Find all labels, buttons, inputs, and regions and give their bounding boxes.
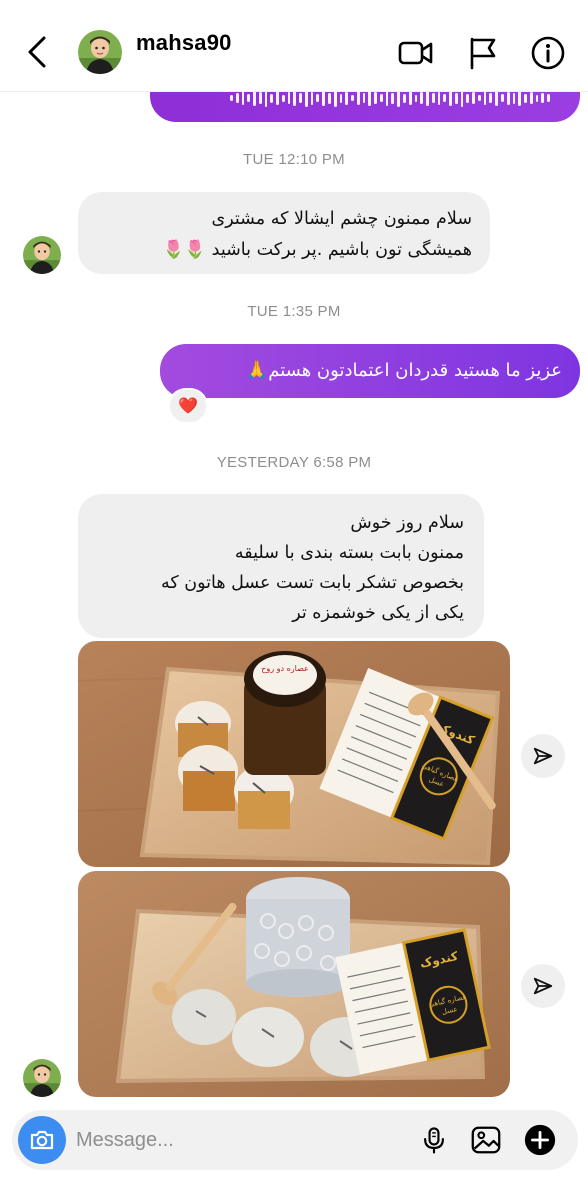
waveform-bar <box>362 93 366 103</box>
waveform-bar <box>460 89 464 107</box>
waveform-bar <box>437 91 441 105</box>
share-button[interactable] <box>521 964 565 1008</box>
send-icon <box>533 977 553 995</box>
timestamp: TUE 12:10 PM <box>243 151 345 168</box>
waveform-bar <box>299 93 302 103</box>
waveform-bar <box>241 91 245 105</box>
camera-button[interactable] <box>18 1116 66 1164</box>
waveform-bar <box>454 92 458 104</box>
direct-message-thread: mahsa90 TUE 12:10 PM سلام ممنون چشم ایشا… <box>0 0 588 1196</box>
send-icon <box>533 747 553 765</box>
avatar[interactable] <box>23 236 61 274</box>
waveform-bar <box>322 90 326 106</box>
waveform-bar <box>379 94 383 102</box>
reaction-badge[interactable]: ❤️ <box>168 388 208 424</box>
waveform-bar <box>541 93 545 103</box>
waveform-bar <box>287 92 291 104</box>
waveform-bar <box>247 94 251 102</box>
waveform-bar <box>495 90 498 106</box>
timestamp: TUE 1:35 PM <box>247 303 341 320</box>
waveform-bar <box>345 91 349 105</box>
gallery-icon[interactable] <box>468 1122 504 1158</box>
waveform-bar <box>489 93 493 103</box>
waveform-bar <box>258 92 262 104</box>
username[interactable]: mahsa90 <box>136 30 232 56</box>
waveform-bar <box>339 93 343 103</box>
waveform-bar <box>524 93 527 103</box>
photo-message[interactable]: عصاره دو روح کندوک عصاره گیاهی عسل <box>78 641 510 867</box>
waveform-bar <box>535 94 539 102</box>
waveform-bar <box>270 93 274 103</box>
waveform-bar <box>420 92 424 104</box>
share-button[interactable] <box>521 734 565 778</box>
waveform-bar <box>351 95 354 101</box>
info-icon[interactable] <box>528 33 568 73</box>
waveform-bar <box>230 95 233 101</box>
honey-products-photo: کندوک عصاره گیاهی عسل <box>78 871 510 1097</box>
waveform-bar <box>414 94 418 102</box>
message-line: سلام ممنون چشم ایشالا که مشتری <box>211 209 472 229</box>
waveform-bar <box>477 95 481 101</box>
waveform-bar <box>483 91 487 105</box>
waveform-bar <box>235 93 239 103</box>
honey-products-photo: عصاره دو روح کندوک عصاره گیاهی عسل <box>78 641 510 867</box>
waveform-bar <box>547 94 550 102</box>
message-line: بخصوص تشکر بابت تست عسل هاتون که <box>161 573 464 593</box>
waveform-bar <box>281 94 285 102</box>
avatar[interactable] <box>78 30 122 74</box>
outgoing-message[interactable]: عزیز ما هستید قدردان اعتمادتون هستم🙏 <box>160 344 580 398</box>
waveform-bar <box>466 93 470 103</box>
waveform-bar <box>333 89 337 107</box>
waveform-bar <box>426 90 429 106</box>
waveform-bar <box>391 92 395 104</box>
message-line: سلام روز خوش <box>350 513 464 533</box>
message-line: یکی از یکی خوشمزه تر <box>292 603 464 623</box>
waveform-bar <box>408 91 412 105</box>
waveform-bar <box>512 92 516 104</box>
jar-label: عصاره دو روح <box>261 664 309 673</box>
avatar[interactable] <box>23 1059 61 1097</box>
timestamp: YESTERDAY 6:58 PM <box>216 454 372 471</box>
waveform-bar <box>276 91 279 105</box>
waveform-bar <box>402 93 406 103</box>
waveform-bar <box>443 94 447 102</box>
waveform-bar <box>431 93 435 103</box>
waveform-bar <box>449 90 452 106</box>
waveform-bar <box>472 92 475 104</box>
camera-icon <box>30 1130 54 1150</box>
waveform-bar <box>293 90 297 106</box>
waveform-bar <box>385 90 389 106</box>
message-composer <box>12 1110 578 1170</box>
incoming-message[interactable]: سلام روز خوش ممنون بابت بسته بندی با سلی… <box>78 494 484 638</box>
message-input[interactable] <box>76 1120 406 1160</box>
photo-message[interactable]: کندوک عصاره گیاهی عسل <box>78 871 510 1097</box>
waveform-bar <box>316 94 320 102</box>
message-line: ممنون بابت بسته بندی با سلیقه <box>234 543 464 563</box>
heart-icon: ❤️ <box>178 398 198 415</box>
message-line: همیشگی تون باشیم .پر برکت باشید 🌷🌷 <box>162 240 472 260</box>
waveform-bar <box>500 94 504 102</box>
waveform-bar <box>529 92 533 104</box>
back-icon[interactable] <box>22 30 56 74</box>
plus-icon[interactable] <box>522 1122 558 1158</box>
waveform-bar <box>356 91 360 105</box>
waveform-bar <box>506 91 510 105</box>
flag-icon[interactable] <box>463 33 503 73</box>
waveform-bar <box>310 91 314 105</box>
microphone-icon[interactable] <box>416 1122 452 1158</box>
waveform-bar <box>328 92 331 104</box>
video-call-icon[interactable] <box>396 33 436 73</box>
waveform-bar <box>518 90 522 106</box>
waveform-bar <box>368 90 372 106</box>
waveform-bar <box>374 92 377 104</box>
incoming-message[interactable]: سلام ممنون چشم ایشالا که مشتری همیشگی تو… <box>78 192 490 274</box>
waveform-bar <box>253 90 256 106</box>
chat-header: mahsa90 <box>0 0 588 92</box>
